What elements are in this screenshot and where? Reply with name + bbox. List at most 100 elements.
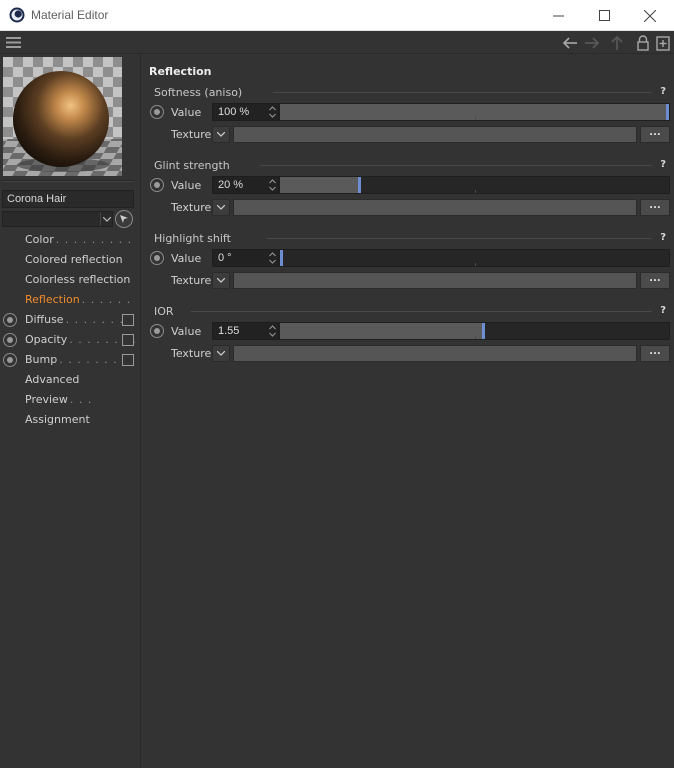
chevron-down-icon bbox=[217, 205, 225, 210]
value-input[interactable]: 0 ° bbox=[212, 249, 279, 267]
channel-radio-icon[interactable] bbox=[3, 313, 17, 327]
channel-enable-checkbox[interactable] bbox=[122, 354, 134, 366]
sidebar-item-bump[interactable]: Bump. . . . . . . . . . bbox=[0, 350, 141, 386]
material-selector-dropdown[interactable] bbox=[2, 211, 113, 227]
channel-enable-checkbox[interactable] bbox=[122, 334, 134, 346]
sidebar-item-dots: . . . . . . bbox=[81, 293, 132, 306]
value-label: Value bbox=[171, 179, 202, 192]
minimize-icon bbox=[552, 15, 564, 17]
channel-radio-icon[interactable] bbox=[3, 333, 17, 347]
value-radio-icon[interactable] bbox=[150, 324, 164, 338]
sidebar-item-preview[interactable]: Preview. . . bbox=[0, 390, 141, 410]
pick-material-button[interactable] bbox=[115, 210, 133, 228]
slider-handle[interactable] bbox=[358, 177, 361, 193]
spinner-arrows-icon[interactable] bbox=[269, 252, 276, 264]
texture-slot[interactable] bbox=[233, 345, 637, 362]
texture-slot[interactable] bbox=[233, 126, 637, 143]
lock-icon[interactable] bbox=[635, 35, 651, 51]
texture-browse-button[interactable]: ... bbox=[640, 126, 670, 143]
sidebar-item-dots: . . . . . . . . . bbox=[55, 233, 133, 246]
sidebar-item-colored-reflection[interactable]: Colored reflection bbox=[0, 250, 141, 270]
param-group-title: Glint strength bbox=[154, 159, 230, 172]
texture-dropdown[interactable] bbox=[212, 126, 230, 143]
value-input[interactable]: 1.55 bbox=[212, 322, 279, 340]
sidebar-item-colorless-reflection[interactable]: Colorless reflection bbox=[0, 270, 141, 290]
texture-dropdown[interactable] bbox=[212, 345, 230, 362]
value-slider[interactable] bbox=[279, 176, 670, 194]
texture-slot[interactable] bbox=[233, 272, 637, 289]
spinner-arrows-icon[interactable] bbox=[269, 325, 276, 337]
sidebar-item-label: Assignment bbox=[25, 413, 90, 426]
value-input[interactable]: 20 % bbox=[212, 176, 279, 194]
title-bar: Material Editor bbox=[0, 0, 674, 31]
slider-handle[interactable] bbox=[482, 323, 485, 339]
spinner-arrows-icon[interactable] bbox=[269, 106, 276, 118]
texture-browse-button[interactable]: ... bbox=[640, 199, 670, 216]
sidebar-item-label: Colorless reflection bbox=[25, 273, 131, 286]
value-label: Value bbox=[171, 106, 202, 119]
maximize-button[interactable] bbox=[581, 0, 627, 31]
help-icon[interactable]: ? bbox=[660, 232, 666, 243]
minimize-button[interactable] bbox=[535, 0, 581, 31]
value-slider[interactable] bbox=[279, 103, 670, 121]
sidebar-item-label: Bump bbox=[25, 353, 58, 366]
sidebar-item-dots: . . . bbox=[69, 393, 93, 406]
new-window-icon[interactable] bbox=[655, 35, 671, 51]
value-slider[interactable] bbox=[279, 322, 670, 340]
window-title: Material Editor bbox=[31, 8, 109, 22]
material-preview-sphere bbox=[3, 57, 122, 176]
texture-browse-button[interactable]: ... bbox=[640, 345, 670, 362]
param-group-title: Softness (aniso) bbox=[154, 86, 243, 99]
sidebar-item-label: Colored reflection bbox=[25, 253, 123, 266]
value-slider[interactable] bbox=[279, 249, 670, 267]
back-arrow-icon[interactable] bbox=[562, 35, 578, 51]
sidebar-item-color[interactable]: Color. . . . . . . . . bbox=[0, 230, 141, 250]
sidebar-item-opacity[interactable]: Opacity. . . . . . . . bbox=[0, 330, 141, 350]
group-divider bbox=[272, 92, 652, 93]
texture-browse-button[interactable]: ... bbox=[640, 272, 670, 289]
param-group-glint-strength: Glint strength ? Value 20 % Texture ... bbox=[142, 159, 674, 232]
value-label: Value bbox=[171, 325, 202, 338]
sidebar-item-reflection[interactable]: Reflection. . . . . . bbox=[0, 290, 141, 310]
sidebar-item-diffuse[interactable]: Diffuse. . . . . . . . . bbox=[0, 310, 141, 346]
slider-handle[interactable] bbox=[666, 104, 669, 120]
group-divider bbox=[260, 165, 652, 166]
chevron-down-icon bbox=[102, 216, 111, 222]
param-group-ior: IOR ? Value 1.55 Texture ... bbox=[142, 305, 674, 378]
channel-nav-list: Color. . . . . . . . . Colored reflection… bbox=[0, 230, 141, 430]
cinema4d-app-icon bbox=[9, 7, 25, 23]
value-input[interactable]: 100 % bbox=[212, 103, 279, 121]
maximize-icon bbox=[598, 10, 610, 21]
texture-label: Texture bbox=[171, 347, 212, 360]
value-text: 100 % bbox=[218, 106, 250, 118]
channel-radio-icon[interactable] bbox=[3, 353, 17, 367]
help-icon[interactable]: ? bbox=[660, 86, 666, 97]
texture-dropdown[interactable] bbox=[212, 199, 230, 216]
hamburger-menu-icon[interactable] bbox=[6, 36, 22, 49]
slider-handle[interactable] bbox=[280, 250, 283, 266]
texture-slot[interactable] bbox=[233, 199, 637, 216]
slider-midpoint-tick bbox=[475, 190, 476, 193]
help-icon[interactable]: ? bbox=[660, 159, 666, 170]
slider-midpoint-tick bbox=[475, 117, 476, 120]
param-group-title: IOR bbox=[154, 305, 174, 318]
value-radio-icon[interactable] bbox=[150, 251, 164, 265]
left-panel: Corona Hair Color. . . . . . . . . Colore… bbox=[0, 54, 141, 768]
spinner-arrows-icon[interactable] bbox=[269, 179, 276, 191]
slider-midpoint-tick bbox=[475, 336, 476, 339]
value-radio-icon[interactable] bbox=[150, 105, 164, 119]
close-button[interactable] bbox=[627, 0, 673, 31]
chevron-down-icon bbox=[217, 278, 225, 283]
texture-dropdown[interactable] bbox=[212, 272, 230, 289]
material-name-field[interactable]: Corona Hair bbox=[2, 190, 134, 208]
help-icon[interactable]: ? bbox=[660, 305, 666, 316]
slider-midpoint-tick bbox=[475, 263, 476, 266]
value-radio-icon[interactable] bbox=[150, 178, 164, 192]
up-arrow-icon[interactable] bbox=[609, 35, 625, 51]
texture-label: Texture bbox=[171, 201, 212, 214]
sidebar-item-assignment[interactable]: Assignment bbox=[0, 410, 141, 430]
forward-arrow-icon[interactable] bbox=[584, 35, 600, 51]
sidebar-item-advanced[interactable]: Advanced bbox=[0, 370, 141, 390]
channel-enable-checkbox[interactable] bbox=[122, 314, 134, 326]
material-preview[interactable] bbox=[3, 57, 122, 176]
